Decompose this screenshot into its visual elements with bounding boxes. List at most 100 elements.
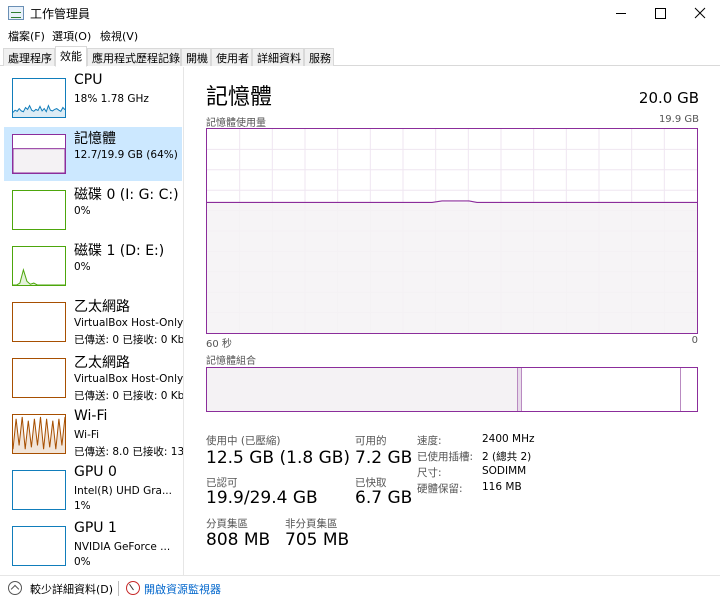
memory-composition-bar xyxy=(206,367,698,412)
tab-details[interactable]: 詳細資料 xyxy=(252,48,304,66)
sidebar-item-subtitle: Intel(R) UHD Gra... xyxy=(74,485,172,497)
sidebar-item-subtitle: 12.7/19.9 GB (64%) xyxy=(74,149,178,161)
footer-bar: 較少詳細資料(D) 開啟資源監視器 xyxy=(0,575,720,610)
sidebar-item-gpu-0[interactable]: GPU 0 Intel(R) UHD Gra... 1% xyxy=(4,463,182,517)
sidebar-item-title: CPU xyxy=(74,72,103,88)
task-manager-icon xyxy=(8,6,24,20)
speed-value: 2400 MHz xyxy=(482,433,535,445)
graph-axis-right: 0 xyxy=(691,335,698,346)
memory-detail-panel: 記憶體 20.0 GB 記憶體使用量 19.9 GB 60 秒 0 記憶體組合 … xyxy=(185,67,720,575)
menu-file[interactable]: 檔案(F) xyxy=(8,28,45,44)
sidebar-item-title: 乙太網路 xyxy=(74,355,130,371)
sidebar-item-ethernet-1[interactable]: 乙太網路 VirtualBox Host-Only ... 已傳送: 0 已接收… xyxy=(4,295,184,349)
sidebar-item-subtitle: 0% xyxy=(74,205,91,217)
sidebar-item-ethernet-2[interactable]: 乙太網路 VirtualBox Host-Only ... 已傳送: 0 已接收… xyxy=(4,351,184,405)
sidebar-item-cpu[interactable]: CPU 18% 1.78 GHz xyxy=(4,71,182,125)
sidebar-item-detail: 已傳送: 0 已接收: 0 Kbps xyxy=(74,390,184,402)
ethernet-2-thumbnail-graph xyxy=(12,358,66,398)
page-title: 記憶體 xyxy=(206,85,273,110)
usage-graph-label: 記憶體使用量 xyxy=(206,118,266,129)
speed-label: 速度: xyxy=(417,435,442,447)
memory-total: 20.0 GB xyxy=(638,89,699,107)
thumbnail-area xyxy=(13,269,65,285)
tab-processes[interactable]: 處理程序 xyxy=(3,48,55,66)
memory-thumbnail-graph xyxy=(12,134,66,174)
sidebar-item-subtitle: Wi-Fi xyxy=(74,429,100,441)
close-button[interactable] xyxy=(680,0,720,27)
available-label: 可用的 xyxy=(355,435,387,447)
minimize-button[interactable] xyxy=(600,0,640,27)
committed-value: 19.9/29.4 GB xyxy=(206,488,318,508)
nonpaged-pool-value: 705 MB xyxy=(285,530,350,550)
composition-free xyxy=(681,368,696,411)
resource-sidebar: CPU 18% 1.78 GHz 記憶體 12.7/19.9 GB (64%) … xyxy=(0,67,184,575)
tab-performance[interactable]: 效能 xyxy=(55,46,87,67)
sidebar-item-subtitle: 18% 1.78 GHz xyxy=(74,93,149,105)
hardware-reserved-value: 116 MB xyxy=(482,481,522,493)
disk-0-thumbnail-graph xyxy=(12,190,66,230)
graph-axis-left: 60 秒 xyxy=(206,339,232,350)
memory-usage-graph xyxy=(206,128,698,334)
composition-label: 記憶體組合 xyxy=(206,356,256,367)
window-title: 工作管理員 xyxy=(30,7,91,21)
sidebar-item-title: 磁碟 0 (I: G: C:) xyxy=(74,187,179,203)
resource-monitor-icon[interactable] xyxy=(126,581,140,595)
menu-bar: 檔案(F) 選項(O) 檢視(V) xyxy=(0,27,720,46)
tab-startup[interactable]: 開機 xyxy=(181,48,211,66)
wifi-thumbnail-graph xyxy=(12,414,66,454)
sidebar-item-title: 記憶體 xyxy=(74,131,116,147)
cached-value: 6.7 GB xyxy=(355,488,413,508)
thumbnail-level xyxy=(13,148,65,173)
fewer-details-button[interactable]: 較少詳細資料(D) xyxy=(30,581,113,597)
slots-label: 已使用插槽: xyxy=(417,451,474,463)
menu-options[interactable]: 選項(O) xyxy=(52,28,91,44)
tab-bar: 處理程序 效能 應用程式歷程記錄 開機 使用者 詳細資料 服務 xyxy=(0,46,720,67)
usage-area xyxy=(207,202,697,333)
in-use-label: 使用中 (已壓縮) xyxy=(206,435,281,447)
composition-in-use xyxy=(207,368,518,411)
hardware-reserved-label: 硬體保留: xyxy=(417,483,463,495)
sidebar-item-detail: 已傳送: 8.0 已接收: 136 xyxy=(74,446,184,458)
nonpaged-pool-label: 非分頁集區 xyxy=(285,518,338,530)
tab-users[interactable]: 使用者 xyxy=(211,48,252,66)
sidebar-item-title: GPU 1 xyxy=(74,520,117,536)
sidebar-item-title: 磁碟 1 (D: E:) xyxy=(74,243,165,259)
sidebar-item-subtitle: VirtualBox Host-Only ... xyxy=(74,373,184,385)
usage-line xyxy=(207,200,697,204)
chevron-up-icon[interactable] xyxy=(8,581,22,595)
sidebar-item-wifi[interactable]: Wi-Fi Wi-Fi 已傳送: 8.0 已接收: 136 xyxy=(4,407,184,461)
title-bar: 工作管理員 xyxy=(0,0,720,27)
sidebar-item-detail: 已傳送: 0 已接收: 0 Kbps xyxy=(74,334,184,346)
disk-1-thumbnail-graph xyxy=(12,246,66,286)
gpu-1-thumbnail-graph xyxy=(12,526,66,566)
sidebar-item-title: 乙太網路 xyxy=(74,299,130,315)
menu-view[interactable]: 檢視(V) xyxy=(100,28,138,44)
footer-divider xyxy=(118,581,119,596)
ethernet-1-thumbnail-graph xyxy=(12,302,66,342)
paged-pool-label: 分頁集區 xyxy=(206,518,248,530)
in-use-value: 12.5 GB (1.8 GB) xyxy=(206,448,351,468)
paged-pool-value: 808 MB xyxy=(206,530,271,550)
form-factor-value: SODIMM xyxy=(482,465,527,477)
sidebar-item-title: Wi-Fi xyxy=(74,408,108,424)
sidebar-item-disk-1[interactable]: 磁碟 1 (D: E:) 0% xyxy=(4,239,182,293)
sidebar-item-subtitle: VirtualBox Host-Only ... xyxy=(74,317,184,329)
sidebar-item-gpu-1[interactable]: GPU 1 NVIDIA GeForce ... 0% xyxy=(4,519,182,573)
sidebar-item-memory[interactable]: 記憶體 12.7/19.9 GB (64%) xyxy=(4,127,182,181)
tab-services[interactable]: 服務 xyxy=(304,48,334,66)
sidebar-item-title: GPU 0 xyxy=(74,464,117,480)
maximize-button[interactable] xyxy=(640,0,680,27)
open-resource-monitor-link[interactable]: 開啟資源監視器 xyxy=(144,581,221,597)
sidebar-item-detail: 1% xyxy=(74,500,91,512)
sidebar-item-subtitle: 0% xyxy=(74,261,91,273)
close-icon xyxy=(694,7,706,19)
sidebar-item-disk-0[interactable]: 磁碟 0 (I: G: C:) 0% xyxy=(4,183,182,237)
slots-value: 2 (總共 2) xyxy=(482,451,532,463)
sidebar-item-subtitle: NVIDIA GeForce ... xyxy=(74,541,171,553)
tab-app-history[interactable]: 應用程式歷程記錄 xyxy=(87,48,181,66)
usage-graph-max: 19.9 GB xyxy=(658,114,699,125)
gpu-0-thumbnail-graph xyxy=(12,470,66,510)
available-value: 7.2 GB xyxy=(355,448,413,468)
form-factor-label: 尺寸: xyxy=(417,467,442,479)
composition-standby xyxy=(522,368,682,411)
